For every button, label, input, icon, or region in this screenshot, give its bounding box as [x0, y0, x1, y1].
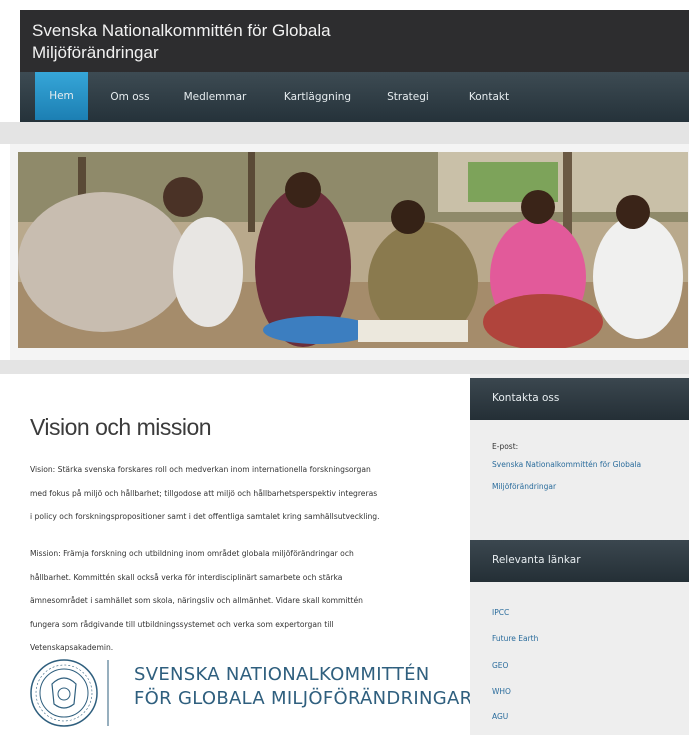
contact-heading-bar: Kontakta oss [470, 378, 689, 420]
site-title[interactable]: Svenska Nationalkommittén för Globala Mi… [32, 20, 392, 64]
link-geo[interactable]: GEO [492, 661, 508, 670]
links-heading-bar: Relevanta länkar [470, 540, 689, 582]
email-label: E-post: [492, 442, 519, 451]
sidebar: Kontakta oss E-post: Svenska Nationalkom… [470, 374, 689, 735]
mission-line: fungera som rådgivande till utbildningss… [30, 619, 334, 629]
hero-photo-illustration [18, 152, 688, 348]
logo-text-line-1: SVENSKA NATIONALKOMMITTÉN [134, 664, 430, 685]
page-title: Vision och mission [30, 414, 212, 440]
mission-line: Mission: Främja forskning och utbildning… [30, 549, 354, 558]
nav-item-medlemmar[interactable]: Medlemmar [172, 72, 258, 122]
nav-item-hem[interactable]: Hem [35, 72, 88, 120]
link-agu[interactable]: AGU [492, 712, 508, 721]
vision-line: i policy och forskningspropositioner sam… [30, 512, 380, 521]
hero-frame [10, 144, 689, 360]
nav-item-om-oss[interactable]: Om oss [100, 72, 160, 122]
link-ipcc[interactable]: IPCC [492, 608, 509, 617]
site-title-line-2[interactable]: Miljöförändringar [32, 42, 392, 64]
link-who[interactable]: WHO [492, 687, 511, 696]
nav-item-strategi[interactable]: Strategi [372, 72, 444, 122]
main-navigation: Hem Om oss Medlemmar Kartläggning Strate… [20, 72, 689, 122]
link-future-earth[interactable]: Future Earth [492, 634, 538, 643]
site-title-line-1[interactable]: Svenska Nationalkommittén för Globala [32, 20, 392, 42]
vision-line: med fokus på miljö och hållbarhet; tillg… [30, 488, 378, 498]
mission-line: hållbarhet. Kommittén skall också verka … [30, 572, 343, 582]
hero-image [18, 152, 688, 348]
divider-band [0, 122, 689, 144]
nav-item-kartlaggning[interactable]: Kartläggning [270, 72, 365, 122]
site-header: Svenska Nationalkommittén för Globala Mi… [20, 10, 689, 72]
divider-band-lower [0, 360, 689, 374]
vision-paragraph: Vision: Stärka svenska forskares roll oc… [30, 458, 462, 529]
contact-email-link-line-2[interactable]: Miljöförändringar [492, 482, 556, 491]
main-content: Vision och mission Vision: Stärka svensk… [20, 374, 472, 735]
seal-icon [30, 659, 109, 727]
contact-email-link[interactable]: Svenska Nationalkommittén för Globala [492, 460, 641, 469]
mission-paragraph: Mission: Främja forskning och utbildning… [30, 542, 462, 660]
nav-item-kontakt[interactable]: Kontakt [456, 72, 522, 122]
mission-line: ämnesområdet i samhället som skola, näri… [30, 596, 363, 605]
vision-line: Vision: Stärka svenska forskares roll oc… [30, 465, 371, 474]
contact-heading: Kontakta oss [492, 392, 560, 404]
links-heading: Relevanta länkar [492, 554, 581, 566]
committee-logo: SVENSKA NATIONALKOMMITTÉN FÖR GLOBALA MI… [30, 654, 472, 732]
logo-text-line-2: FÖR GLOBALA MILJÖFÖRÄNDRINGAR [134, 688, 473, 709]
